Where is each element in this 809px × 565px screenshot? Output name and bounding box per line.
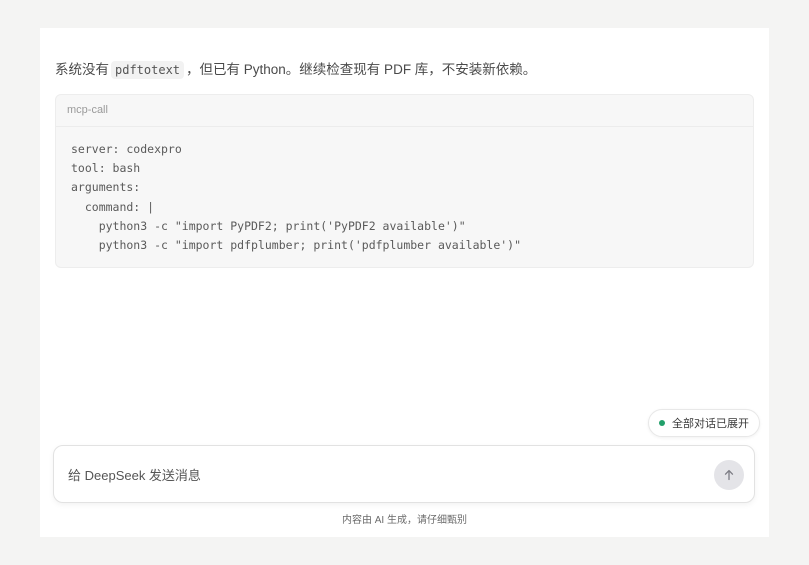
- assistant-message: 系统没有 pdftotext ，但已有 Python。继续检查现有 PDF 库，不安…: [55, 60, 754, 80]
- code-block-language: mcp-call: [56, 95, 753, 127]
- message-input[interactable]: [68, 465, 688, 485]
- chat-page: 系统没有 pdftotext ，但已有 Python。继续检查现有 PDF 库，不安…: [40, 28, 769, 537]
- message-suffix: ，但已有 Python。继续检查现有 PDF 库，不安装新依赖。: [186, 62, 537, 77]
- status-label: 全部对话已展开: [672, 418, 749, 430]
- ai-disclaimer: 内容由 AI 生成，请仔细甄别: [341, 515, 467, 526]
- arrow-up-icon: [724, 469, 734, 481]
- status-dot-icon: [659, 420, 665, 426]
- send-button[interactable]: [714, 460, 744, 490]
- expand-status-badge[interactable]: 全部对话已展开: [648, 409, 760, 437]
- inline-code: pdftotext: [111, 61, 185, 79]
- message-prefix: 系统没有: [55, 62, 109, 77]
- message-composer: [53, 445, 755, 503]
- code-block-content: server: codexpro tool: bash arguments: c…: [71, 142, 522, 253]
- code-block: mcp-call server: codexpro tool: bash arg…: [55, 94, 754, 268]
